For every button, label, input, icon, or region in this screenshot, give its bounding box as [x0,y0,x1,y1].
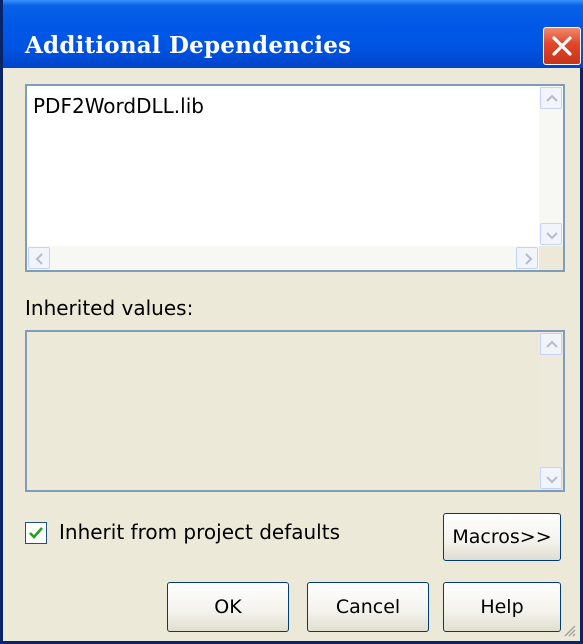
dependencies-textbox[interactable]: PDF2WordDLL.lib [25,84,565,272]
chevron-up-icon [546,340,558,348]
checkmark-icon [29,527,43,539]
chevron-right-icon [525,253,533,265]
macros-button[interactable]: Macros>> [443,513,561,561]
close-icon [552,36,572,56]
resize-grip-icon[interactable] [562,623,576,637]
help-button[interactable]: Help [443,582,561,632]
inherit-checkbox[interactable] [25,522,47,544]
dialog-title: Additional Dependencies [25,32,352,59]
chevron-down-icon [546,476,558,484]
scroll-right-button[interactable] [516,247,538,269]
close-button[interactable] [543,27,581,65]
inherited-scroll-up-button[interactable] [540,333,562,355]
chevron-left-icon [35,253,43,265]
ok-button[interactable]: OK [167,582,289,632]
vertical-scrollbar[interactable] [539,86,563,246]
chevron-up-icon [546,94,558,102]
inherited-values-label: Inherited values: [25,296,194,320]
inherit-checkbox-label[interactable]: Inherit from project defaults [59,520,340,544]
scroll-up-button[interactable] [540,87,562,109]
dependency-item[interactable]: PDF2WordDLL.lib [33,94,204,118]
scrollbar-corner [539,246,563,270]
dialog-window: Additional Dependencies PDF2WordDLL.lib [0,0,583,644]
inherited-scroll-down-button[interactable] [540,467,562,489]
inherit-checkbox-row[interactable]: Inherit from project defaults [25,520,355,550]
horizontal-scrollbar[interactable] [27,246,539,270]
scroll-left-button[interactable] [28,247,50,269]
title-bar[interactable]: Additional Dependencies [3,0,583,68]
inherited-values-box [25,330,565,492]
chevron-down-icon [546,232,558,240]
inherited-vertical-scrollbar[interactable] [539,332,563,490]
cancel-button[interactable]: Cancel [307,582,429,632]
scroll-down-button[interactable] [540,223,562,245]
